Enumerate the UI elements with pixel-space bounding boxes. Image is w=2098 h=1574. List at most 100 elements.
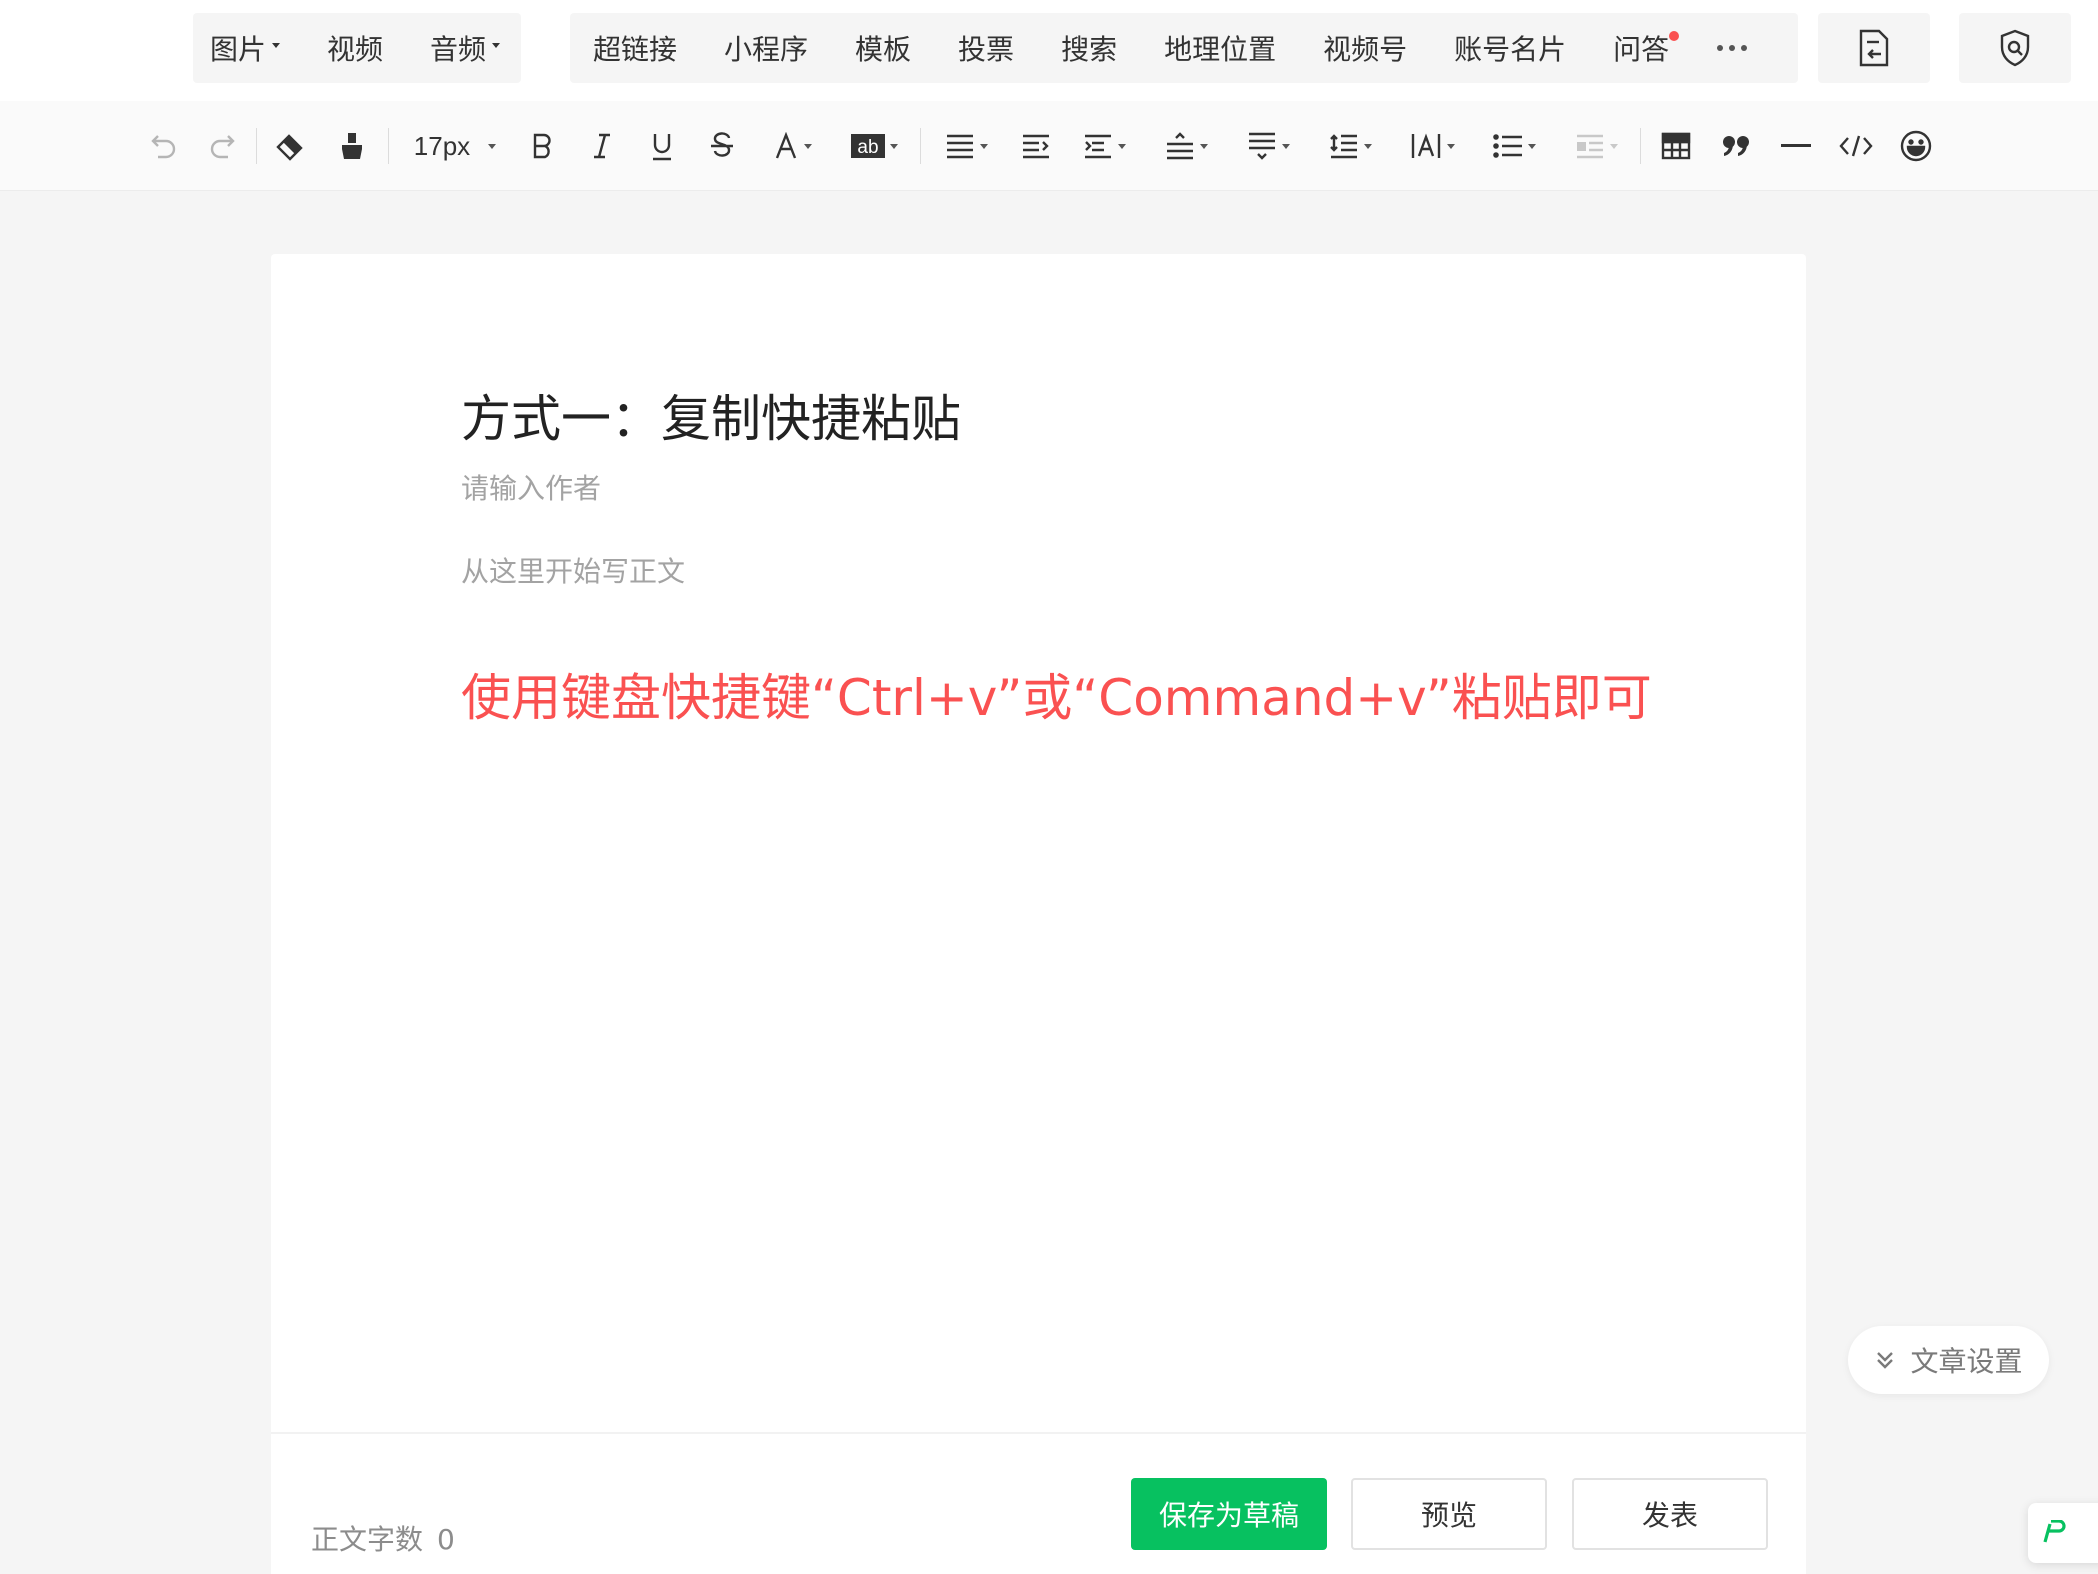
shield-icon — [2000, 29, 2030, 67]
chevron-down-icon — [488, 143, 497, 149]
italic-icon — [594, 133, 610, 159]
format-toolbar: 17px ab — [0, 101, 2098, 191]
underline-icon — [653, 134, 671, 161]
insert-divider-button[interactable] — [1776, 101, 1816, 191]
indent-icon — [1023, 134, 1049, 159]
insert-vote-button[interactable]: 投票 — [958, 13, 1014, 83]
more-insert-button[interactable] — [1716, 13, 1748, 83]
font-size-select[interactable]: 17px — [410, 101, 500, 191]
undo-button[interactable] — [144, 101, 184, 191]
chevron-down-icon — [1527, 143, 1536, 149]
insert-channels-button[interactable]: 视频号 — [1323, 13, 1407, 83]
import-doc-button[interactable] — [1818, 13, 1930, 83]
insert-miniprogram-button[interactable]: 小程序 — [724, 13, 808, 83]
chevron-down-icon — [1199, 143, 1208, 149]
list-button[interactable] — [1486, 101, 1542, 191]
line-height-button[interactable] — [1322, 101, 1378, 191]
insert-template-button[interactable]: 模板 — [855, 13, 911, 83]
content-insert-group: 超链接 小程序 模板 投票 搜索 地理位置 视频号 账号名片 问答 — [570, 13, 1798, 83]
insert-location-button[interactable]: 地理位置 — [1164, 13, 1276, 83]
float-icon — [1576, 134, 1603, 159]
insert-video-button[interactable]: 视频 — [327, 13, 383, 83]
strikethrough-icon — [711, 132, 733, 157]
word-count-value: 0 — [437, 1523, 455, 1556]
italic-button[interactable] — [582, 101, 622, 191]
editor-card: 方式一：复制快捷粘贴 请输入作者 从这里开始写正文 使用键盘快捷键“Ctrl+v… — [271, 254, 1806, 1574]
bold-button[interactable] — [522, 101, 562, 191]
location-label: 地理位置 — [1164, 33, 1277, 66]
redo-icon — [210, 135, 235, 159]
underline-button[interactable] — [642, 101, 682, 191]
insert-code-button[interactable] — [1836, 101, 1876, 191]
author-input[interactable]: 请输入作者 — [461, 467, 601, 507]
format-painter-button[interactable] — [332, 101, 372, 191]
body-editor-placeholder[interactable]: 从这里开始写正文 — [461, 550, 685, 590]
word-count: 正文字数 0 — [311, 1518, 455, 1558]
miniprogram-label: 小程序 — [724, 33, 809, 66]
redo-button[interactable] — [202, 101, 242, 191]
word-count-label: 正文字数 — [311, 1523, 424, 1556]
spacing-after-button[interactable] — [1240, 101, 1296, 191]
insert-qa-button[interactable]: 问答 — [1613, 13, 1680, 83]
chevron-down-icon — [492, 42, 501, 48]
article-title[interactable]: 方式一：复制快捷粘贴 — [461, 379, 961, 451]
channels-label: 视频号 — [1323, 33, 1408, 66]
line-height-icon — [1329, 134, 1357, 159]
highlight-icon: ab — [850, 134, 885, 158]
paragraph-spacing-icon — [1084, 134, 1111, 159]
chevron-down-icon — [979, 143, 988, 149]
insert-quote-button[interactable] — [1716, 101, 1756, 191]
floating-helper-widget[interactable] — [2028, 1503, 2098, 1563]
letter-spacing-icon — [1411, 133, 1440, 158]
eraser-icon — [276, 134, 303, 161]
code-icon — [1839, 135, 1873, 157]
insert-audio-label: 音频 — [430, 33, 487, 66]
strikethrough-button[interactable] — [702, 101, 742, 191]
helper-logo-icon — [2043, 1520, 2066, 1543]
article-settings-button[interactable]: 文章设置 — [1848, 1326, 2049, 1394]
insert-hyperlink-button[interactable]: 超链接 — [593, 13, 677, 83]
paste-instruction-text: 使用键盘快捷键“Ctrl+v”或“Command+v”粘贴即可 — [461, 669, 1652, 727]
insert-emoji-button[interactable] — [1896, 101, 1936, 191]
insert-table-button[interactable] — [1656, 101, 1696, 191]
bold-icon — [533, 133, 551, 159]
toolbar-divider — [1640, 128, 1641, 164]
list-icon — [1492, 134, 1522, 158]
toolbar-divider — [920, 128, 921, 164]
float-button[interactable] — [1568, 101, 1624, 191]
insert-image-label: 图片 — [210, 33, 267, 66]
chevron-down-icon — [1609, 143, 1618, 149]
font-color-button[interactable] — [762, 101, 822, 191]
editor-footer: 正文字数 0 保存为草稿 预览 发表 — [271, 1432, 1806, 1574]
letter-spacing-button[interactable] — [1404, 101, 1460, 191]
line-spacing-before-icon — [1166, 132, 1193, 160]
align-icon — [946, 134, 973, 159]
publish-button[interactable]: 发表 — [1572, 1478, 1768, 1550]
quote-icon — [1723, 136, 1749, 156]
paragraph-spacing-button[interactable] — [1076, 101, 1132, 191]
save-draft-button[interactable]: 保存为草稿 — [1131, 1478, 1327, 1550]
insert-audio-button[interactable]: 音频 — [430, 13, 501, 83]
more-dots-icon — [1717, 45, 1748, 51]
spacing-before-button[interactable] — [1158, 101, 1214, 191]
format-painter-icon — [342, 133, 362, 159]
vote-label: 投票 — [958, 33, 1015, 66]
qa-label: 问答 — [1613, 33, 1670, 66]
chevron-down-icon — [1446, 143, 1455, 149]
chevron-down-icon — [1281, 143, 1290, 149]
insert-video-label: 视频 — [327, 33, 384, 66]
clear-format-button[interactable] — [270, 101, 310, 191]
align-button[interactable] — [938, 101, 994, 191]
preview-button[interactable]: 预览 — [1351, 1478, 1547, 1550]
undo-icon — [151, 135, 176, 159]
insert-search-button[interactable]: 搜索 — [1061, 13, 1117, 83]
line-spacing-after-icon — [1248, 132, 1275, 160]
toolbar-divider — [256, 128, 257, 164]
media-insert-group: 图片 视频 音频 — [193, 13, 521, 83]
insert-account-card-button[interactable]: 账号名片 — [1454, 13, 1566, 83]
originality-button[interactable] — [1959, 13, 2071, 83]
highlight-button[interactable]: ab — [844, 101, 904, 191]
indent-button[interactable] — [1016, 101, 1056, 191]
insert-image-button[interactable]: 图片 — [210, 13, 281, 83]
chevron-down-icon — [272, 42, 281, 48]
